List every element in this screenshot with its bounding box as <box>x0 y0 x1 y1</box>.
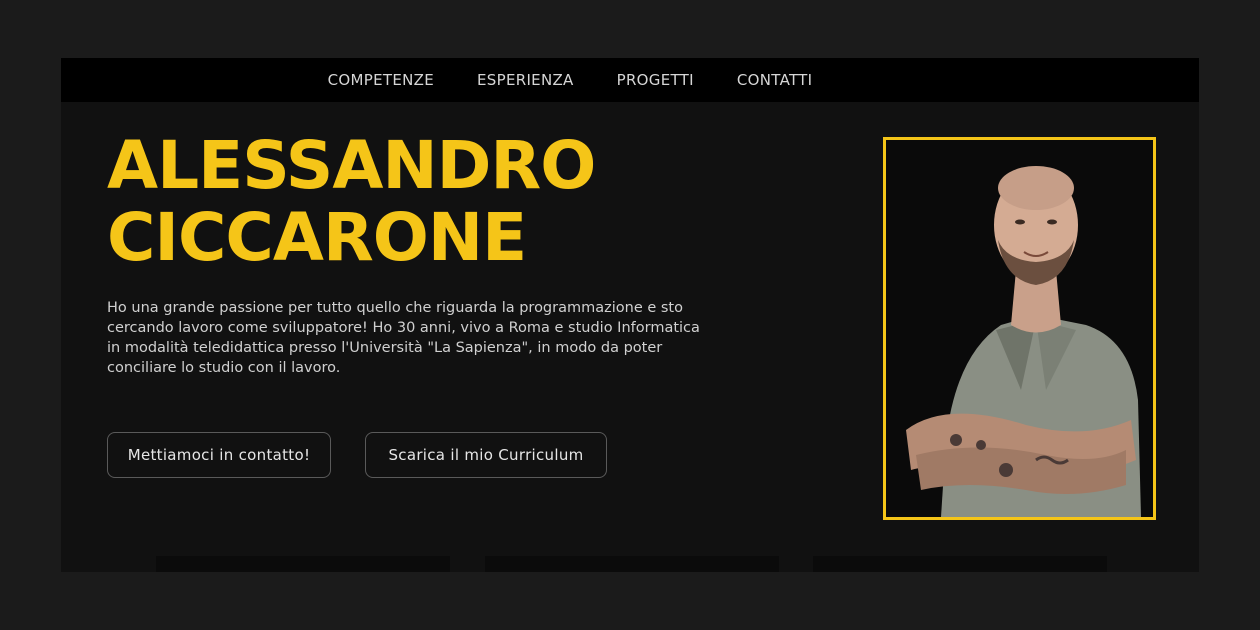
hero-name: ALESSANDRO CICCARONE <box>107 127 596 276</box>
download-cv-button[interactable]: Scarica il mio Curriculum <box>365 432 607 478</box>
nav-item-competenze[interactable]: COMPETENZE <box>328 71 434 89</box>
hero-name-first: ALESSANDRO <box>107 127 596 204</box>
hero-bio: Ho una grande passione per tutto quello … <box>107 300 700 376</box>
section-card <box>156 556 450 572</box>
nav-item-esperienza[interactable]: ESPERIENZA <box>477 71 574 89</box>
top-nav: COMPETENZE ESPERIENZA PROGETTI CONTATTI <box>61 58 1199 102</box>
section-card <box>485 556 779 572</box>
nav-item-contatti[interactable]: CONTATTI <box>737 71 812 89</box>
section-card <box>813 556 1107 572</box>
profile-photo <box>883 137 1156 520</box>
profile-photo-portrait <box>886 140 1153 517</box>
nav-item-progetti[interactable]: PROGETTI <box>617 71 694 89</box>
page-frame: COMPETENZE ESPERIENZA PROGETTI CONTATTI … <box>61 58 1199 572</box>
hero-name-last: CICCARONE <box>107 199 527 276</box>
contact-button[interactable]: Mettiamoci in contatto! <box>107 432 331 478</box>
